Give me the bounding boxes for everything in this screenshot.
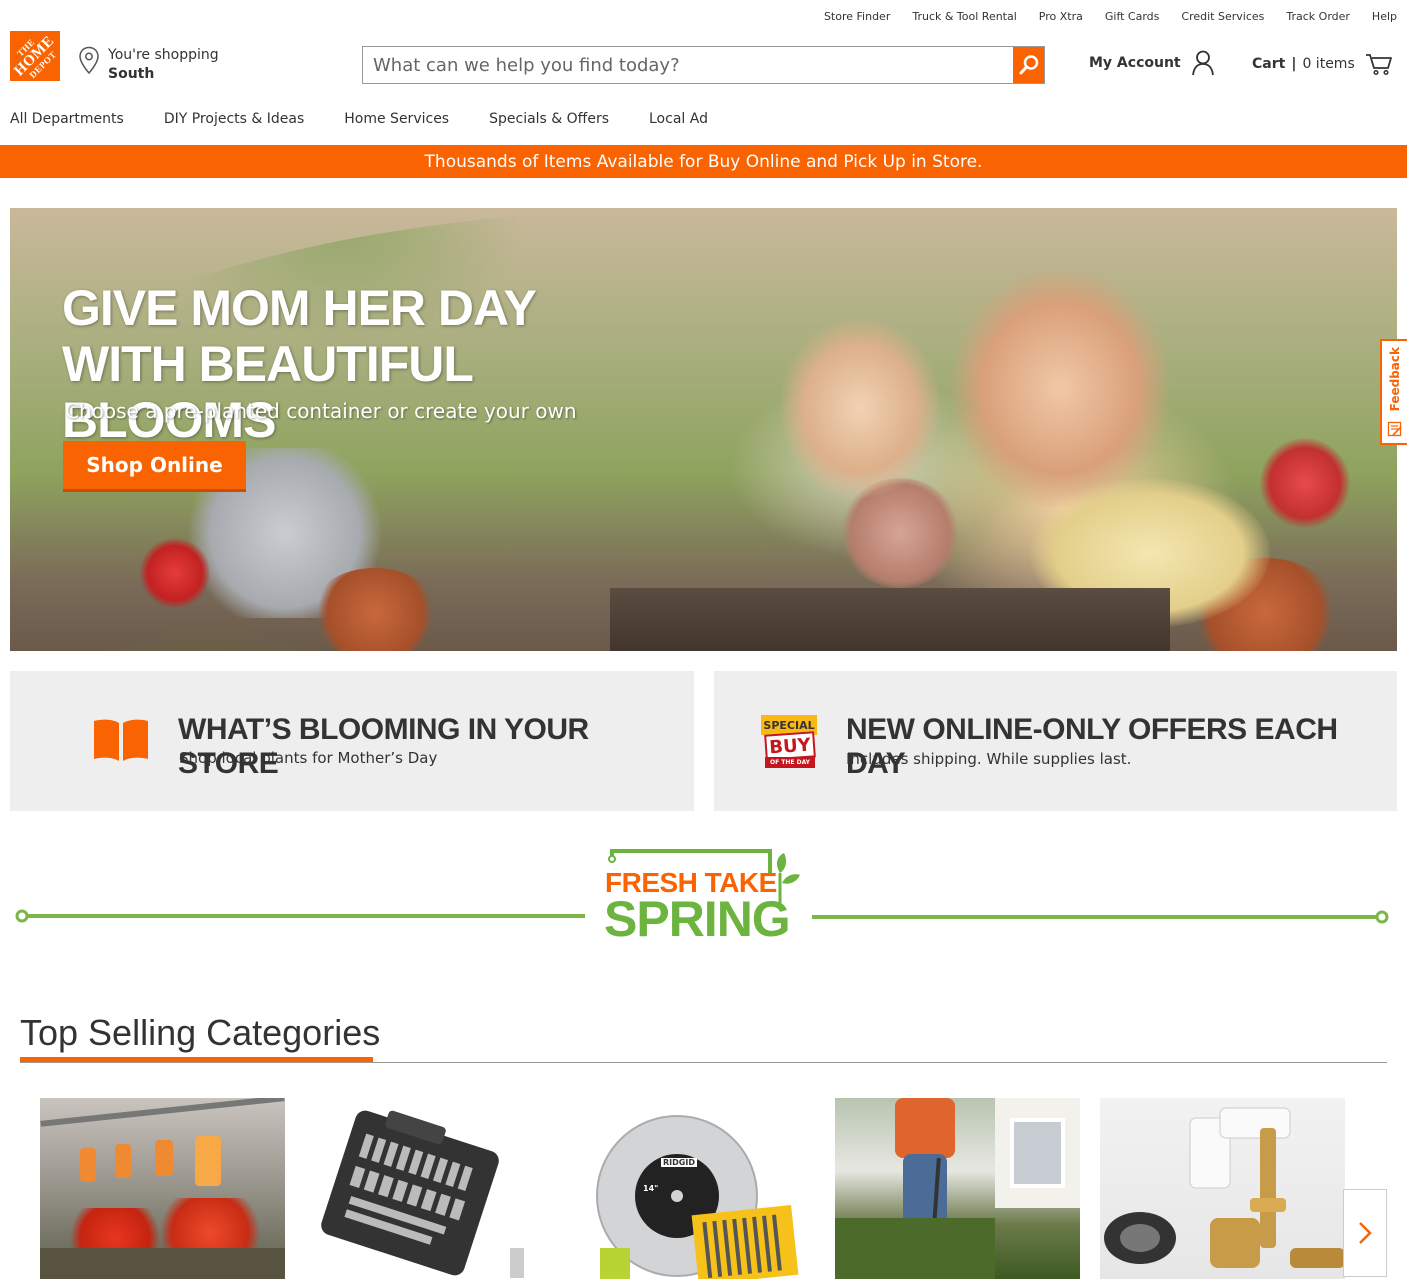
cart-count: 0 items [1302,56,1355,72]
pro-xtra-link[interactable]: Pro Xtra [1039,10,1083,23]
open-book-icon [94,719,148,761]
main-nav: All Departments DIY Projects & Ideas Hom… [10,111,708,127]
fresh-take-spring-banner[interactable]: FRESH TAKE SPRING [0,845,1407,955]
cart-button[interactable]: Cart | 0 items [1252,52,1393,76]
nav-local-ad[interactable]: Local Ad [649,111,708,127]
whats-blooming-tile[interactable]: WHAT’S BLOOMING IN YOUR STORE Shop local… [10,671,694,811]
cart-label: Cart [1252,56,1286,72]
credit-services-link[interactable]: Credit Services [1181,10,1264,23]
online-offers-subtitle: Includes shipping. While supplies last. [846,750,1132,768]
whats-blooming-title: WHAT’S BLOOMING IN YOUR STORE [178,713,589,780]
store-finder-link[interactable]: Store Finder [824,10,890,23]
section-accent [20,1057,373,1062]
shop-online-button[interactable]: Shop Online [63,441,246,489]
trimmer-image [835,1098,1080,1279]
home-depot-logo[interactable]: THE HOME DEPOT [10,31,60,81]
category-hanging-flowers[interactable] [40,1098,285,1279]
online-offers-title: NEW ONLINE-ONLY OFFERS EACH DAY [846,713,1338,780]
gift-cards-link[interactable]: Gift Cards [1105,10,1160,23]
badge-of-the-day: OF THE DAY [765,757,815,768]
search-bar [362,46,1045,84]
section-divider [20,1062,1387,1063]
store-label: You're shopping [108,47,219,63]
nav-specials-offers[interactable]: Specials & Offers [489,111,609,127]
hero-subtitle: Choose a pre-planted container or create… [65,399,577,423]
hero-headline-line-1: GIVE MOM HER DAY [62,280,537,336]
chevron-right-icon [1359,1222,1372,1244]
promo-text: Thousands of Items Available for Buy Onl… [424,151,983,172]
promo-banner[interactable]: Thousands of Items Available for Buy Onl… [0,145,1407,178]
cart-separator: | [1291,56,1297,72]
flower-basket-image [40,1098,285,1279]
whats-blooming-subtitle: Shop local plants for Mother’s Day [179,749,438,767]
category-plumbing-fittings[interactable] [1100,1098,1345,1279]
online-offers-tile[interactable]: SPECIAL BUY OF THE DAY NEW ONLINE-ONLY O… [714,671,1397,811]
top-selling-categories-heading: Top Selling Categories [20,1012,381,1053]
special-buy-badge: SPECIAL BUY OF THE DAY [761,715,817,769]
store-selector[interactable]: You're shopping South [78,46,219,84]
category-string-trimmer[interactable] [835,1098,1080,1279]
help-link[interactable]: Help [1372,10,1397,23]
hero-banner[interactable]: GIVE MOM HER DAY WITH BEAUTIFUL BLOOMS C… [10,208,1397,651]
carousel-next-button[interactable] [1343,1189,1387,1277]
location-pin-icon [79,46,99,75]
saw-brand: RIDGID [661,1158,697,1167]
spring-label: SPRING [604,891,791,947]
category-saw-blade-drill-bits[interactable]: RIDGID 14" [570,1098,815,1279]
search-button[interactable] [1013,47,1044,83]
saw-blade-image [596,1115,799,1279]
category-socket-set[interactable] [305,1098,550,1279]
cart-icon [1365,54,1392,76]
socket-set-image [321,1110,524,1278]
search-icon [1019,55,1038,75]
store-name: South [108,66,155,82]
plumbing-fittings-image [1104,1107,1345,1268]
nav-diy-projects[interactable]: DIY Projects & Ideas [164,111,304,127]
feedback-icon [1387,421,1402,437]
nav-home-services[interactable]: Home Services [344,111,449,127]
truck-tool-rental-link[interactable]: Truck & Tool Rental [912,10,1016,23]
track-order-link[interactable]: Track Order [1286,10,1350,23]
feedback-label: Feedback [1387,347,1402,412]
search-input[interactable] [363,47,1013,83]
my-account-button[interactable]: My Account [1089,50,1215,76]
user-icon [1191,50,1214,76]
hero-headline-line-2: WITH BEAUTIFUL BLOOMS [62,336,473,448]
feedback-tab[interactable]: Feedback [1380,339,1407,445]
saw-size: 14" [643,1184,659,1193]
utility-nav: Store Finder Truck & Tool Rental Pro Xtr… [824,10,1397,23]
nav-all-departments[interactable]: All Departments [10,111,124,127]
my-account-label: My Account [1089,55,1181,71]
